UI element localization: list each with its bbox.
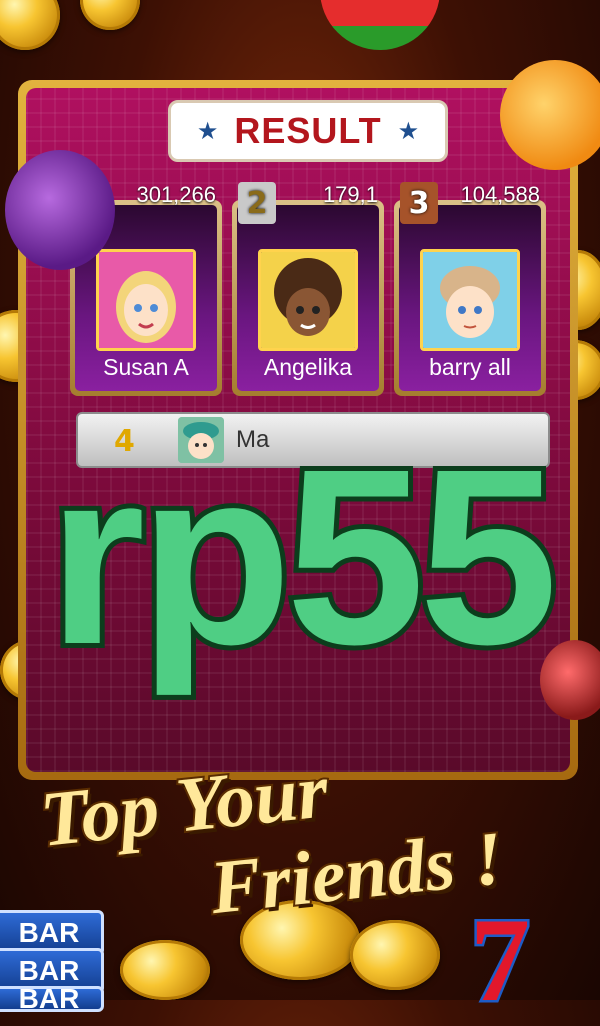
coin-icon	[350, 920, 440, 990]
player-score: 179,1	[322, 182, 378, 207]
avatar	[96, 249, 196, 351]
result-banner: ★ RESULT ★	[168, 100, 448, 162]
avatar	[420, 249, 520, 351]
leaderboard-card-inner: barry all	[399, 205, 541, 391]
orange-icon	[500, 60, 600, 170]
star-icon: ★	[397, 117, 420, 145]
leaderboard-card[interactable]: barry all 3 104,588	[394, 182, 546, 396]
bar-symbol: BAR	[0, 986, 104, 1012]
player-name: Susan A	[103, 354, 189, 380]
grape-icon	[5, 150, 115, 270]
player-name: Angelika	[263, 354, 353, 380]
coin-icon	[80, 0, 140, 30]
result-title: RESULT	[234, 110, 382, 151]
coin-icon	[0, 0, 60, 50]
leaderboard-card[interactable]: Angelika 2 179,1	[232, 182, 384, 396]
player-name: barry all	[429, 354, 511, 380]
avatar-barry	[423, 252, 517, 348]
leaderboard-card-inner: Angelika	[237, 205, 379, 391]
avatar	[258, 249, 358, 351]
coin-icon	[120, 940, 210, 1000]
star-icon: ★	[196, 117, 219, 145]
player-score: 104,588	[460, 182, 540, 207]
watermark-text: rp55	[43, 417, 563, 696]
avatar-susan	[99, 252, 193, 348]
avatar-angelika	[261, 252, 355, 348]
seven-symbol: 7	[468, 893, 533, 1026]
